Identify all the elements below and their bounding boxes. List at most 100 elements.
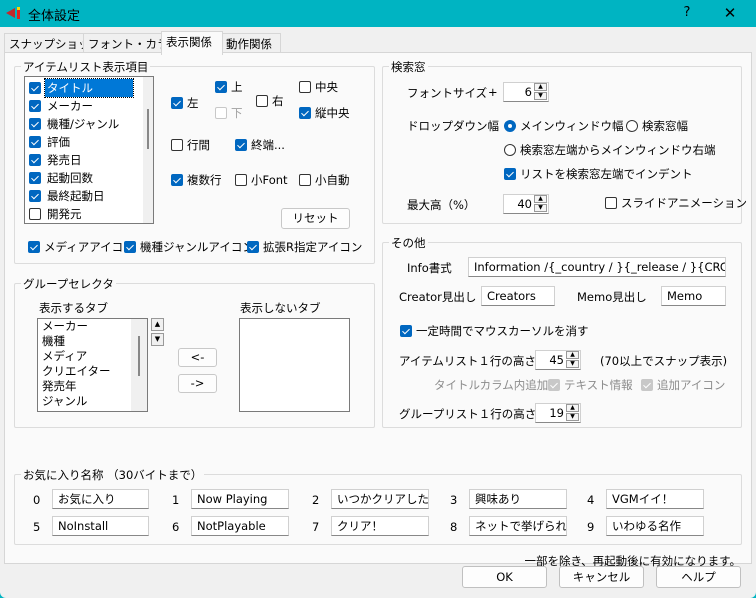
- spin-up-icon[interactable]: ▲: [534, 195, 547, 203]
- hide-tabs-list[interactable]: [239, 318, 350, 412]
- tab-font-color[interactable]: フォント・カラー: [83, 33, 180, 54]
- fontsize-spinner[interactable]: 6 ▲ ▼: [503, 82, 549, 102]
- list-item[interactable]: ジャンル: [42, 394, 87, 409]
- spin-down-icon[interactable]: ▼: [534, 92, 547, 100]
- indent-label: リストを検索窓左端でインデント: [520, 167, 693, 181]
- info-format-input[interactable]: Information /{_country / }{_release / }{…: [468, 257, 726, 277]
- favorite-name-input[interactable]: いつかクリアしたい: [331, 489, 429, 509]
- scroll-thumb[interactable]: [138, 336, 140, 376]
- hide-cursor-checkbox[interactable]: [400, 325, 412, 337]
- list-item[interactable]: 機種: [42, 334, 65, 349]
- favorite-name-input[interactable]: VGMイイ！: [606, 489, 704, 509]
- slide-animation-checkbox[interactable]: [605, 197, 617, 209]
- favorite-name-input[interactable]: いわゆる名作: [606, 516, 704, 536]
- favorite-name-input[interactable]: Now Playing: [191, 489, 289, 509]
- list-item[interactable]: クリエイター: [42, 364, 111, 379]
- text-info-label: テキスト情報: [564, 378, 633, 392]
- smallfont-checkbox[interactable]: [235, 174, 247, 186]
- favorite-name-input[interactable]: お気に入り: [52, 489, 149, 509]
- show-tabs-label: 表示するタブ: [39, 301, 108, 315]
- tab-display[interactable]: 表示関係: [161, 31, 223, 55]
- radio-main-window[interactable]: [504, 120, 516, 132]
- itemlist-columns-list[interactable]: タイトル メーカー 機種/ジャンル 評価 発売日 起動回数 最終起動日 開発元: [24, 76, 154, 224]
- creator-heading-input[interactable]: Creators: [481, 286, 555, 306]
- spin-down-icon[interactable]: ▼: [566, 413, 579, 421]
- smallfont-label: 小Font: [251, 173, 288, 187]
- align-right-checkbox[interactable]: [256, 95, 268, 107]
- checkbox[interactable]: [29, 208, 41, 220]
- favorite-name-input[interactable]: NoInstall: [52, 516, 149, 536]
- group-height-spinner[interactable]: 19 ▲ ▼: [535, 403, 581, 423]
- dropdown-width-label: ドロップダウン幅: [407, 119, 499, 133]
- list-item[interactable]: 発売年: [42, 379, 77, 394]
- search-group: 検索窓 フォントサイズ + 6 ▲ ▼ ドロップダウン幅 メインウィンドウ幅 検索…: [382, 59, 747, 224]
- move-right-button[interactable]: ->: [178, 374, 217, 393]
- genre-icon-checkbox[interactable]: [124, 241, 136, 253]
- list-item[interactable]: メディア: [42, 349, 87, 364]
- favorite-name-input[interactable]: ネットで挙げられた神: [469, 516, 567, 536]
- checkbox[interactable]: [29, 118, 41, 130]
- align-center-checkbox[interactable]: [299, 81, 311, 93]
- checkbox[interactable]: [29, 136, 41, 148]
- ellipsis-checkbox[interactable]: [235, 139, 247, 151]
- spin-up-icon[interactable]: ▲: [566, 351, 579, 359]
- checkbox[interactable]: [29, 100, 41, 112]
- favorite-name-input[interactable]: クリア！: [331, 516, 429, 536]
- list-item[interactable]: メーカー: [42, 319, 88, 334]
- tab-panel-display: アイテムリスト表示項目 タイトル メーカー 機種/ジャンル 評価 発売日 起動回…: [4, 52, 752, 568]
- multiline-checkbox[interactable]: [171, 174, 183, 186]
- title-bar: 全体設定 ? ✕: [0, 0, 756, 27]
- radio-search-width[interactable]: [626, 120, 638, 132]
- row-height-note: (70以上でスナップ表示): [600, 354, 728, 368]
- add-icon-label: 追加アイコン: [657, 378, 726, 392]
- fontsize-value: 6: [524, 85, 532, 99]
- title-column-label: タイトルカラム内追加: [434, 378, 549, 392]
- spin-down-icon[interactable]: ▼: [566, 360, 579, 368]
- move-left-button[interactable]: <-: [178, 348, 217, 367]
- reset-button[interactable]: リセット: [281, 208, 350, 229]
- other-group-label: その他: [389, 235, 428, 251]
- tab-behavior[interactable]: 動作関係: [221, 33, 281, 54]
- itemlist-group-label: アイテムリスト表示項目: [21, 59, 151, 75]
- row-height-spinner[interactable]: 45 ▲ ▼: [535, 350, 581, 370]
- vcenter-checkbox[interactable]: [299, 107, 311, 119]
- favorite-name-input[interactable]: 興味あり: [469, 489, 567, 509]
- radio-left-to-right[interactable]: [504, 144, 516, 156]
- align-left-checkbox[interactable]: [171, 97, 183, 109]
- move-down-icon[interactable]: ▼: [151, 333, 164, 346]
- checkbox[interactable]: [29, 154, 41, 166]
- linespace-label: 行間: [187, 138, 210, 152]
- media-icon-checkbox[interactable]: [28, 241, 40, 253]
- checkbox[interactable]: [29, 82, 41, 94]
- spin-up-icon[interactable]: ▲: [566, 404, 579, 412]
- spin-down-icon[interactable]: ▼: [534, 204, 547, 212]
- ok-button[interactable]: OK: [462, 566, 547, 588]
- show-tabs-list[interactable]: メーカー 機種 メディア クリエイター 発売年 ジャンル: [37, 318, 148, 412]
- help-title-button[interactable]: ?: [675, 3, 699, 23]
- maxheight-spinner[interactable]: 40 ▲ ▼: [503, 194, 549, 214]
- favorites-group: お気に入り名称 （30バイトまで） 0 お気に入り 1 Now Playing …: [14, 467, 742, 545]
- indent-checkbox[interactable]: [504, 168, 516, 180]
- favorite-name-input[interactable]: NotPlayable: [191, 516, 289, 536]
- linespace-checkbox[interactable]: [171, 139, 183, 151]
- align-top-label: 上: [231, 80, 243, 94]
- tab-snapshot[interactable]: スナップショット: [4, 33, 101, 54]
- help-button[interactable]: ヘルプ: [656, 566, 741, 588]
- close-button[interactable]: ✕: [718, 3, 742, 23]
- align-top-checkbox[interactable]: [215, 81, 227, 93]
- show-tabs-scrollbar[interactable]: [131, 319, 147, 411]
- radio-search-label: 検索窓幅: [642, 119, 688, 133]
- itemlist-scrollbar[interactable]: [143, 77, 153, 223]
- smallauto-checkbox[interactable]: [299, 174, 311, 186]
- row-height-label: アイテムリスト１行の高さ: [399, 354, 536, 368]
- checkbox[interactable]: [29, 190, 41, 202]
- checkbox[interactable]: [29, 172, 41, 184]
- move-up-icon[interactable]: ▲: [151, 318, 164, 331]
- align-center-label: 中央: [315, 80, 338, 94]
- favorite-number: 6: [172, 520, 180, 534]
- ext-icon-checkbox[interactable]: [247, 241, 259, 253]
- spin-up-icon[interactable]: ▲: [534, 83, 547, 91]
- scroll-thumb[interactable]: [147, 109, 149, 149]
- cancel-button[interactable]: キャンセル: [559, 566, 644, 588]
- memo-heading-input[interactable]: Memo: [661, 286, 726, 306]
